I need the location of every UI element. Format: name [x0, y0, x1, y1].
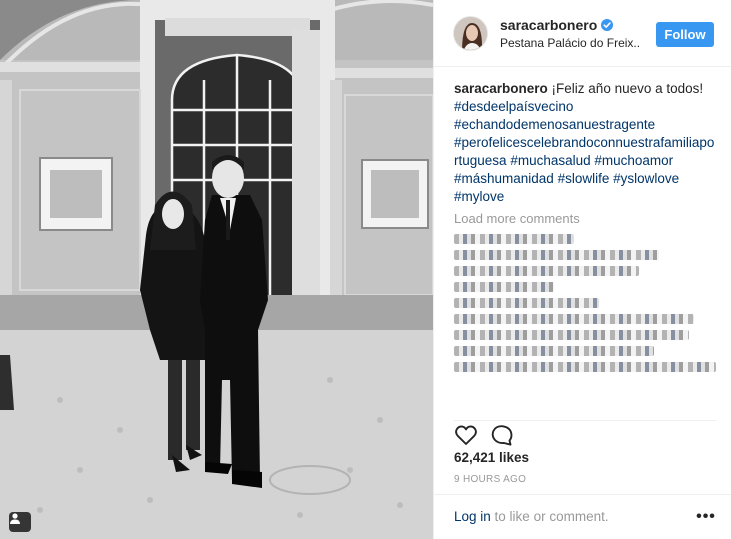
login-prompt-text: to like or comment.: [490, 509, 609, 524]
post-side-panel: saracarbonero Pestana Palácio do Freix..…: [433, 0, 731, 539]
login-prompt: Log in to like or comment.: [454, 509, 609, 524]
blurred-text: [454, 298, 599, 308]
hashtag-link[interactable]: #yslowlove: [613, 171, 679, 186]
user-tag-button[interactable]: [9, 512, 31, 532]
load-more-comments-button[interactable]: Load more comments: [454, 210, 716, 228]
blurred-text: [454, 314, 694, 324]
location-link[interactable]: Pestana Palácio do Freix...: [500, 36, 640, 50]
avatar[interactable]: [453, 16, 488, 51]
blurred-text: [454, 266, 639, 276]
caption: saracarbonero ¡Feliz año nuevo a todos! …: [454, 80, 716, 206]
verified-badge-icon: [601, 19, 614, 31]
hashtag-link[interactable]: #echandodemenosanuestragente: [454, 117, 655, 132]
blurred-text: [454, 362, 716, 372]
hashtag-link[interactable]: #muchoamor: [594, 153, 673, 168]
likes-count[interactable]: 62,421 likes: [454, 450, 529, 465]
blurred-comment: [454, 234, 716, 292]
hashtag-link[interactable]: #desdeelpaísvecino: [454, 99, 573, 114]
post-timestamp[interactable]: 9 HOURS AGO: [454, 474, 526, 485]
avatar-image: [454, 17, 487, 50]
blurred-text: [454, 282, 554, 292]
blurred-text: [454, 234, 574, 244]
blurred-comment: [454, 330, 716, 372]
photo-image: [0, 0, 433, 539]
username-link[interactable]: saracarbonero: [500, 17, 614, 33]
hashtag-link[interactable]: #máshumanidad: [454, 171, 554, 186]
caption-text: ¡Feliz año nuevo a todos!: [547, 81, 704, 96]
user-tag-icon: [10, 513, 20, 524]
blurred-comment: [454, 298, 716, 324]
comments-list: saracarbonero ¡Feliz año nuevo a todos! …: [454, 80, 716, 378]
login-footer: Log in to like or comment. •••: [434, 494, 731, 539]
hashtag-link[interactable]: #slowlife: [558, 171, 610, 186]
follow-button[interactable]: Follow: [656, 22, 714, 47]
blurred-text: [454, 250, 659, 260]
heart-icon[interactable]: [454, 423, 478, 447]
post-actions: [454, 420, 716, 446]
more-options-button[interactable]: •••: [696, 508, 716, 526]
login-link[interactable]: Log in: [454, 509, 491, 524]
comment-icon[interactable]: [490, 423, 514, 447]
blurred-text: [454, 330, 689, 340]
blurred-text: [454, 346, 654, 356]
hashtag-link[interactable]: #muchasalud: [510, 153, 590, 168]
caption-username[interactable]: saracarbonero: [454, 81, 548, 96]
post-header: saracarbonero Pestana Palácio do Freix..…: [434, 0, 731, 67]
post-photo[interactable]: [0, 0, 433, 539]
username-text[interactable]: saracarbonero: [500, 17, 597, 33]
hashtag-link[interactable]: #mylove: [454, 189, 504, 204]
